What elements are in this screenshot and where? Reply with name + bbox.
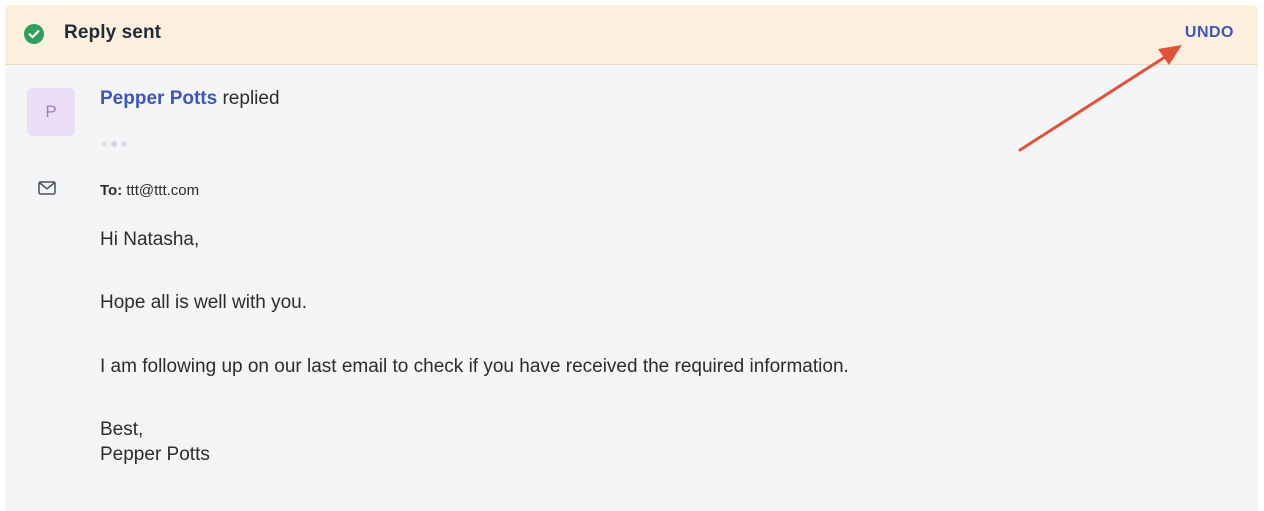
reply-action-text: replied [222, 88, 280, 109]
avatar: P [27, 88, 75, 136]
show-more-dots-icon[interactable] [99, 138, 133, 150]
email-body-line: Hope all is well with you. [100, 292, 307, 313]
email-thread-card: Reply sent UNDO P Pepper Potts replied T… [5, 5, 1258, 511]
envelope-icon [38, 181, 56, 195]
sender-line: Pepper Potts replied [100, 88, 280, 110]
email-signature: Pepper Potts [100, 444, 210, 465]
email-greeting: Hi Natasha, [100, 229, 200, 250]
check-circle-icon [24, 24, 44, 44]
recipient-line: To: ttt@ttt.com [100, 182, 199, 199]
banner-title: Reply sent [64, 22, 162, 43]
email-signoff: Best, [100, 419, 144, 440]
email-body-line: I am following up on our last email to c… [100, 356, 849, 377]
to-label: To: [100, 182, 123, 199]
red-arrow-annotation-icon [1018, 45, 1182, 152]
sender-name-link[interactable]: Pepper Potts [100, 88, 217, 109]
recipient-address: ttt@ttt.com [126, 182, 200, 199]
